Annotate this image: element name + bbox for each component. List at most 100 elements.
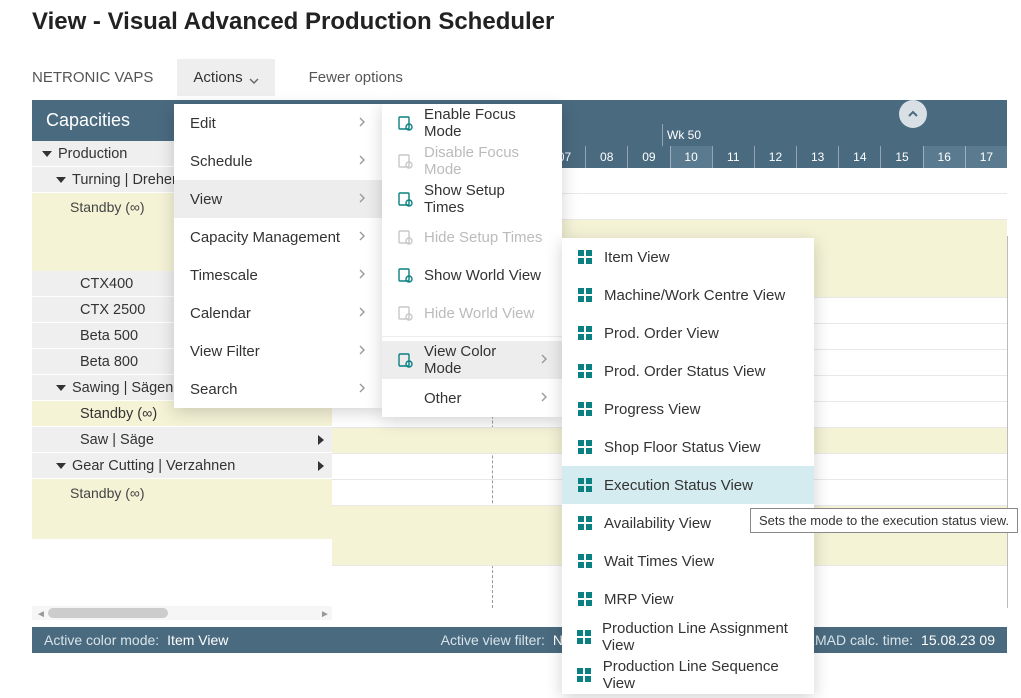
menu-item-label: Availability View [604,515,711,532]
menu-item-label: Hide World View [424,305,548,322]
menu-item-calendar[interactable]: Calendar [174,294,382,332]
menu-item-edit[interactable]: Edit [174,104,382,142]
menu-item-machine-work-centre-view[interactable]: Machine/Work Centre View [562,276,814,314]
menu-item-label: MRP View [604,591,673,608]
view-mode-icon [576,666,593,684]
menu-item-label: Prod. Order Status View [604,363,765,380]
tree-node-standby[interactable]: Standby (∞) [32,479,332,539]
day-cell: 09 [627,146,669,168]
chevron-right-icon [358,267,366,284]
menu-item-label: Shop Floor Status View [604,439,760,456]
menu-item-label: View Color Mode [424,343,530,377]
week-label: Wk 50 [662,124,1007,146]
day-cell: 16 [923,146,965,168]
menu-item-capacity-management[interactable]: Capacity Management [174,218,382,256]
day-cell: 11 [712,146,754,168]
view-mode-icon [576,476,594,494]
menu-item-schedule[interactable]: Schedule [174,142,382,180]
chevron-right-icon [358,153,366,170]
status-bar: Active color mode: Item View Active view… [32,627,1007,653]
menu-item-enable-focus-mode[interactable]: Enable Focus Mode [382,104,562,142]
view-mode-icon [576,552,594,570]
document-icon [396,114,414,132]
chevron-right-icon [318,461,324,471]
scroll-left-icon[interactable]: ◄ [36,609,46,620]
day-cell: 14 [838,146,880,168]
menu-item-hide-world-view: Hide World View [382,294,562,332]
actions-button[interactable]: Actions [177,59,274,96]
view-mode-icon [576,362,594,380]
menu-item-label: Calendar [190,305,251,322]
tree-label: Sawing | Sägen [72,380,173,396]
menu-item-prod-order-view[interactable]: Prod. Order View [562,314,814,352]
menu-item-item-view[interactable]: Item View [562,238,814,276]
view-mode-icon [576,248,594,266]
menu-item-label: Progress View [604,401,700,418]
tree-label: Saw | Säge [42,432,154,448]
view-mode-icon [576,324,594,342]
menu-item-progress-view[interactable]: Progress View [562,390,814,428]
sidebar-scrollbar[interactable] [32,606,332,620]
day-cell: 12 [754,146,796,168]
menu-item-show-world-view[interactable]: Show World View [382,256,562,294]
chevron-right-icon [358,343,366,360]
status-colormode-value: Item View [167,632,228,648]
status-colormode-label: Active color mode: [44,632,159,648]
actions-menu: Edit Schedule View Capacity Management Times… [174,104,382,408]
menu-item-view[interactable]: View [174,180,382,218]
tree-label: CTX 2500 [42,302,145,318]
scroll-right-icon[interactable]: ► [320,609,330,620]
menu-item-label: Hide Setup Times [424,229,548,246]
tree-node-gearcutting[interactable]: Gear Cutting | Verzahnen [32,453,332,479]
menu-item-production-line-sequence-view[interactable]: Production Line Sequence View [562,656,814,694]
menu-item-label: View [190,191,222,208]
tree-label: Beta 800 [42,354,138,370]
chevron-right-icon [358,229,366,246]
menu-item-execution-status-view[interactable]: Execution Status View [562,466,814,504]
chevron-right-icon [358,381,366,398]
menu-item-wait-times-view[interactable]: Wait Times View [562,542,814,580]
chevron-right-icon [318,435,324,445]
chevron-right-icon [358,305,366,322]
tooltip: Sets the mode to the execution status vi… [750,508,1018,533]
page-title: View - Visual Advanced Production Schedu… [32,8,1021,36]
menu-item-view-color-mode[interactable]: View Color Mode [382,341,562,379]
menu-item-label: Item View [604,249,670,266]
menu-item-mrp-view[interactable]: MRP View [562,580,814,618]
status-viewfilter-label: Active view filter: [441,632,545,648]
menu-item-label: Edit [190,115,216,132]
expand-icon [56,385,66,391]
menu-item-view-filter[interactable]: View Filter [174,332,382,370]
day-cell: 10 [670,146,712,168]
menu-item-search[interactable]: Search [174,370,382,408]
day-cell: 15 [880,146,922,168]
menu-item-label: Production Line Sequence View [603,658,800,692]
view-mode-icon [576,438,594,456]
document-icon [396,190,414,208]
menu-item-label: Machine/Work Centre View [604,287,785,304]
chevron-right-icon [358,191,366,208]
colormode-submenu: Item View Machine/Work Centre View Prod. O… [562,238,814,694]
fewer-options-button[interactable]: Fewer options [293,59,419,96]
document-icon [396,351,414,369]
view-mode-icon [576,590,594,608]
menu-item-other[interactable]: Other [382,379,562,417]
menu-item-label: Enable Focus Mode [424,106,548,140]
menu-item-hide-setup-times: Hide Setup Times [382,218,562,256]
view-mode-icon [576,286,594,304]
chevron-right-icon [540,390,548,407]
menu-item-show-setup-times[interactable]: Show Setup Times [382,180,562,218]
collapse-button[interactable] [899,100,927,128]
day-cell: 17 [965,146,1007,168]
menu-item-timescale[interactable]: Timescale [174,256,382,294]
menu-item-shop-floor-status-view[interactable]: Shop Floor Status View [562,428,814,466]
tree-node-saw[interactable]: Saw | Säge [32,427,332,453]
menu-item-label: Capacity Management [190,229,340,246]
menu-item-production-line-assignment-view[interactable]: Production Line Assignment View [562,618,814,656]
menu-item-label: Execution Status View [604,477,753,494]
document-icon [396,152,414,170]
menu-item-label: Disable Focus Mode [424,144,548,178]
expand-icon [42,151,52,157]
menu-item-prod-order-status-view[interactable]: Prod. Order Status View [562,352,814,390]
view-submenu: Enable Focus ModeDisable Focus ModeShow … [382,104,562,417]
